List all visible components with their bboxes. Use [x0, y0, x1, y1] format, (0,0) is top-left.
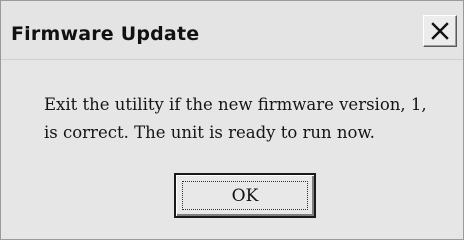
message-line-2: is correct. The unit is ready to run now…: [44, 123, 375, 142]
ok-button-label: OK: [231, 186, 259, 206]
firmware-update-dialog: Firmware Update Exit the utility if the …: [0, 0, 464, 240]
ok-button[interactable]: OK: [174, 173, 316, 218]
message-line-1: Exit the utility if the new firmware ver…: [44, 95, 427, 114]
close-icon: [431, 22, 449, 40]
dialog-title: Firmware Update: [11, 23, 200, 45]
close-button[interactable]: [423, 15, 457, 47]
title-bar: Firmware Update: [1, 1, 463, 60]
dialog-message: Exit the utility if the new firmware ver…: [44, 91, 454, 147]
